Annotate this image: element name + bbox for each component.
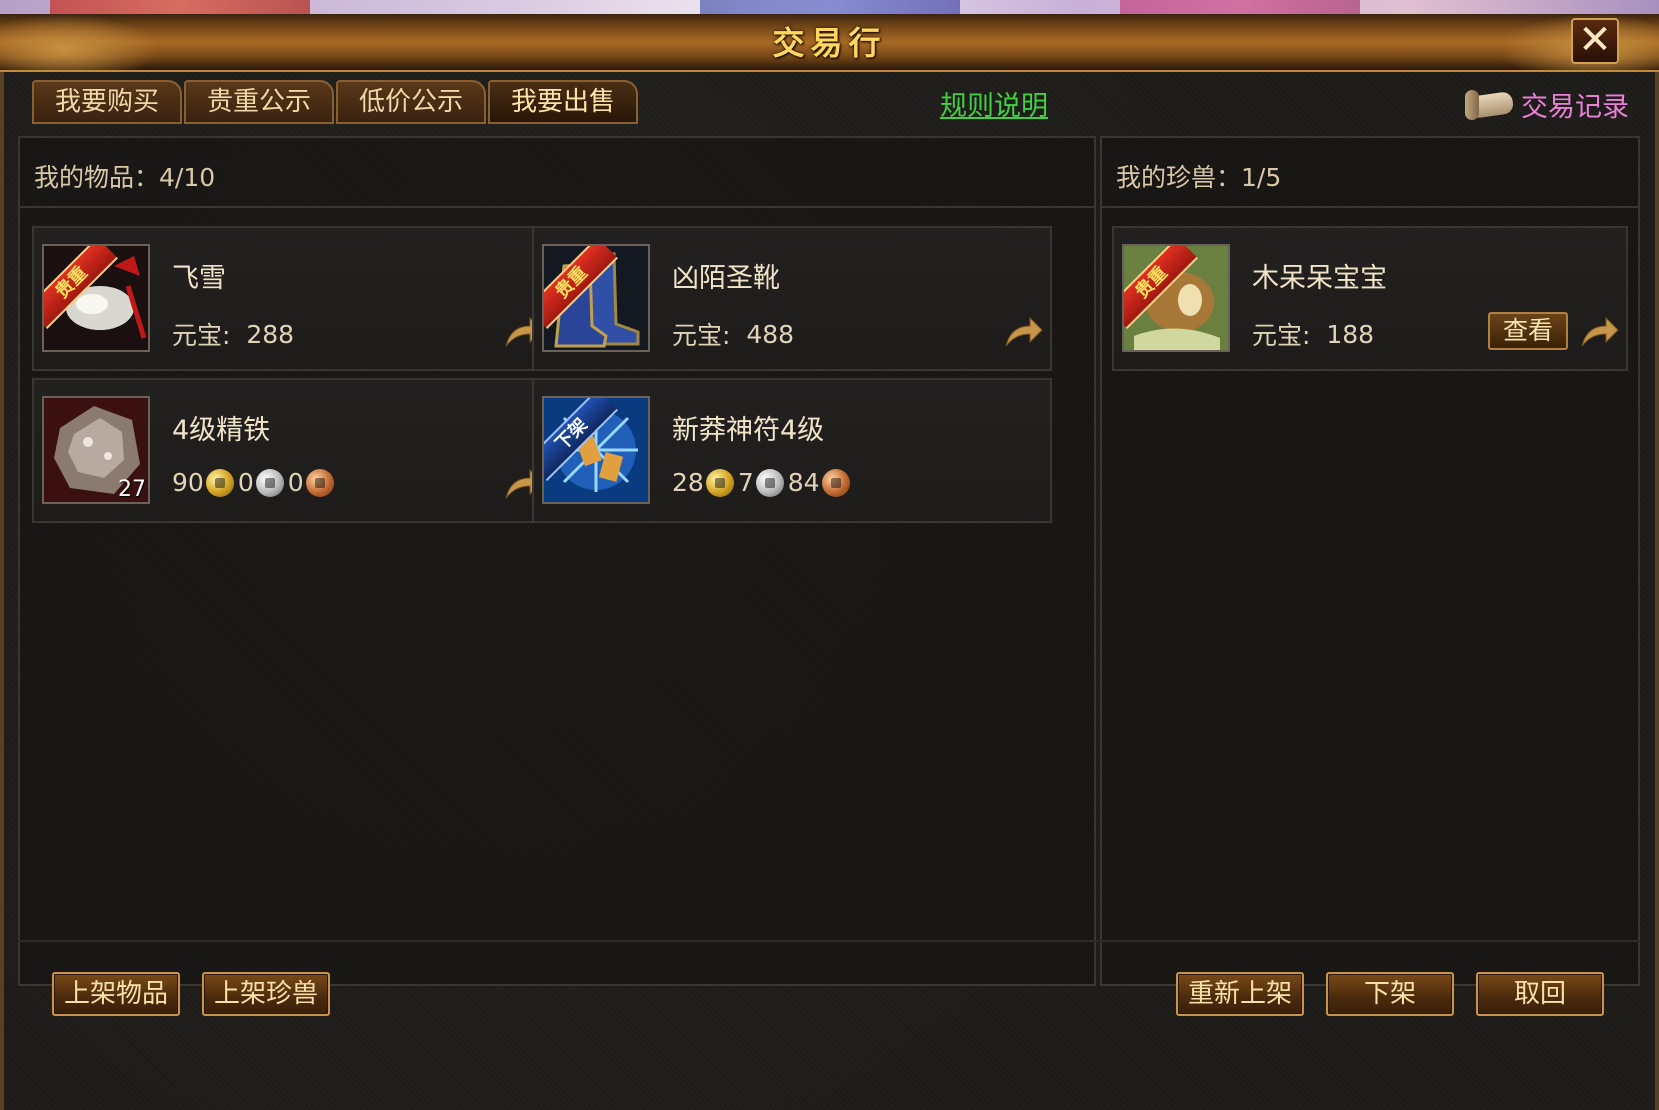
gold-amount: 90 [172,468,204,497]
silver-amount: 7 [737,468,754,497]
silver-coin-icon [255,468,284,497]
item-price: 90 0 0 [172,468,338,497]
my-items-count: 4/10 [159,163,216,192]
my-items-panel: 我的物品：4/10 贵重 飞雪 元宝: 288 贵重 凶陌圣靴 元宝: 488 … [18,136,1096,986]
price-label: 元宝: [672,321,731,350]
gold-coin-icon [705,468,734,497]
view-pet-button[interactable]: 查看 [1488,312,1568,350]
item-card-iron[interactable]: 27 4级精铁 90 0 0 [32,378,552,523]
item-price: 28 7 84 [672,468,854,497]
pet-price: 元宝: 188 [1252,316,1374,352]
copper-coin-icon [821,468,850,497]
item-card-talisman[interactable]: 下架 新莽神符4级 28 7 84 [532,378,1052,523]
list-item-button[interactable]: 上架物品 [52,972,180,1016]
item-name: 新莽神符4级 [672,415,825,446]
price-label: 元宝: [172,321,231,350]
price-value: 188 [1326,319,1375,349]
my-items-header: 我的物品：4/10 [20,138,1094,208]
window-title: 交易行 [772,24,887,62]
copper-amount: 84 [787,468,820,497]
item-name: 凶陌圣靴 [672,263,780,294]
iron-ore-icon: 27 [42,396,150,504]
item-price: 元宝: 288 [172,316,294,352]
tab-lowprice-notice[interactable]: 低价公示 [336,80,486,124]
share-arrow-icon[interactable] [1578,314,1620,350]
copper-amount: 0 [287,468,304,497]
my-items-label: 我的物品：4/10 [34,163,216,192]
divider [18,940,1640,942]
talisman-icon: 下架 [542,396,650,504]
item-quantity: 27 [118,477,146,502]
background-game-strip [0,0,1659,14]
item-price: 元宝: 488 [672,316,794,352]
tab-sell[interactable]: 我要出售 [488,80,638,124]
item-card-feixue[interactable]: 贵重 飞雪 元宝: 288 [32,226,552,371]
background-text-red [50,0,310,14]
list-pet-button[interactable]: 上架珍兽 [202,972,330,1016]
item-name: 飞雪 [172,263,226,294]
relist-button[interactable]: 重新上架 [1176,972,1304,1016]
unlist-button[interactable]: 下架 [1326,972,1454,1016]
jade-pendant-icon: 贵重 [42,244,150,352]
trade-history-label: 交易记录 [1521,91,1629,123]
boots-icon: 贵重 [542,244,650,352]
retrieve-button[interactable]: 取回 [1476,972,1604,1016]
copper-coin-icon [305,468,334,497]
close-button[interactable]: ✕ [1571,18,1619,64]
price-value: 288 [246,319,295,349]
price-label: 元宝: [1252,321,1311,350]
my-pets-label: 我的珍兽：1/5 [1116,163,1282,192]
wooden-beast-icon: 贵重 [1122,244,1230,352]
silver-amount: 0 [237,468,254,497]
item-card-boots[interactable]: 贵重 凶陌圣靴 元宝: 488 [532,226,1052,371]
tab-buy[interactable]: 我要购买 [32,80,182,124]
my-pets-header: 我的珍兽：1/5 [1102,138,1638,208]
background-text-blue [700,0,960,14]
pet-card[interactable]: 贵重 木呆呆宝宝 元宝: 188 查看 [1112,226,1628,371]
share-arrow-icon[interactable] [1002,314,1044,350]
price-value: 488 [746,319,795,349]
background-text-pink [1120,0,1360,14]
my-pets-panel: 我的珍兽：1/5 贵重 木呆呆宝宝 元宝: 188 查看 [1100,136,1640,986]
gold-amount: 28 [672,468,704,497]
trade-history-link[interactable]: 交易记录 [1465,82,1629,126]
gold-coin-icon [205,468,234,497]
my-pets-count: 1/5 [1241,163,1282,192]
pet-name: 木呆呆宝宝 [1252,263,1387,294]
scroll-icon [1465,84,1517,124]
silver-coin-icon [755,468,784,497]
item-name: 4级精铁 [172,415,271,446]
tab-valuable-notice[interactable]: 贵重公示 [184,80,334,124]
rules-link[interactable]: 规则说明 [940,84,1048,123]
